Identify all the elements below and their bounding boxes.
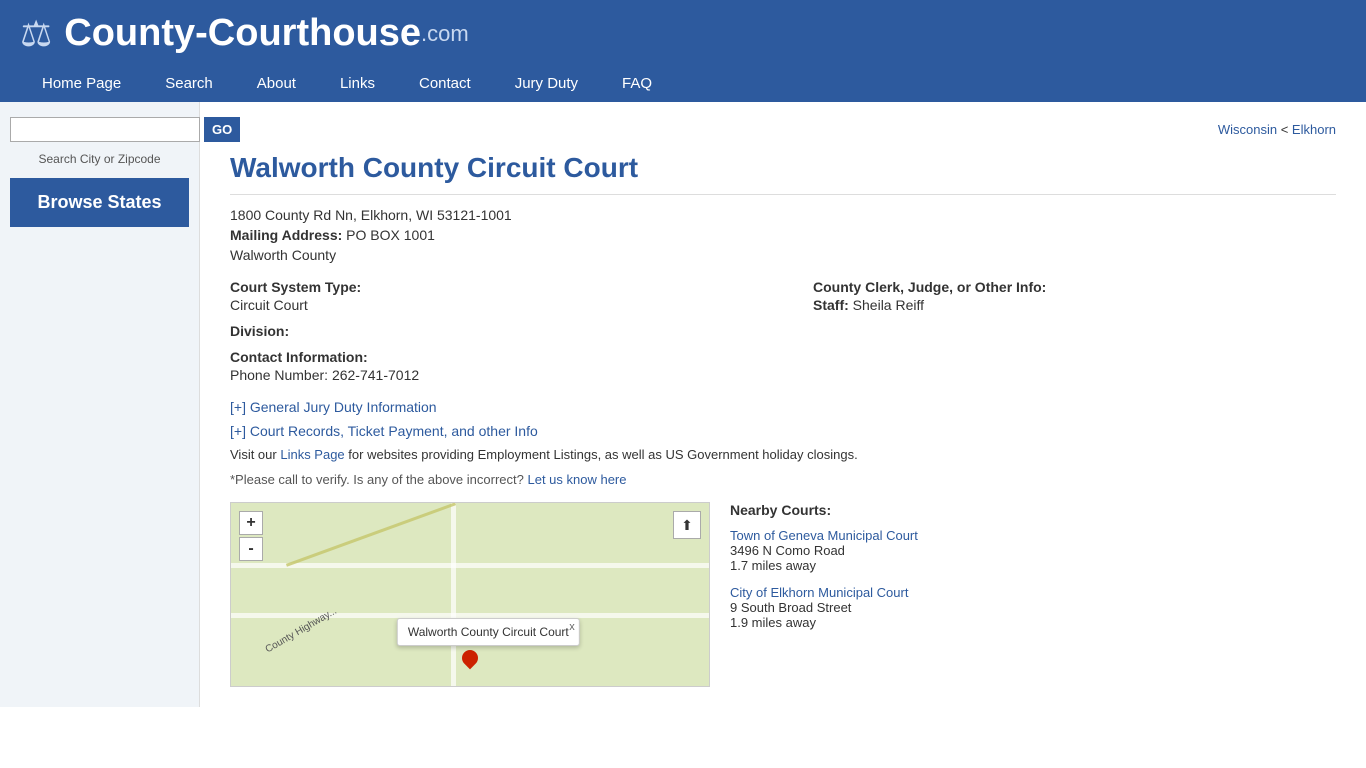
map-zoom-out[interactable]: - (239, 537, 263, 561)
nav-home[interactable]: Home Page (20, 65, 143, 102)
nearby-court-1-address: 3496 N Como Road (730, 543, 1336, 558)
nearby-court-1: Town of Geneva Municipal Court 3496 N Co… (730, 528, 1336, 573)
phone-label: Phone Number: (230, 367, 332, 383)
fullscreen-icon: ⬆ (681, 517, 693, 534)
map-road-1 (231, 563, 709, 568)
scales-icon: ⚖ (20, 13, 52, 55)
links-text-after: for websites providing Employment Listin… (348, 447, 857, 462)
court-system-label: Court System Type: (230, 279, 753, 295)
bottom-section: County Highway... + - ⬆ x Walworth Count… (230, 502, 1336, 687)
county-clerk-label: County Clerk, Judge, or Other Info: (813, 279, 1336, 295)
sidebar: GO Search City or Zipcode Browse States (0, 102, 200, 707)
site-domain: .com (421, 21, 469, 47)
mailing-label: Mailing Address: (230, 227, 342, 243)
left-info-col: Court System Type: Circuit Court Divisio… (230, 279, 753, 383)
nearby-title: Nearby Courts: (730, 502, 1336, 518)
nav-contact[interactable]: Contact (397, 65, 493, 102)
court-title: Walworth County Circuit Court (230, 152, 1336, 195)
browse-states-button[interactable]: Browse States (10, 178, 189, 227)
map-zoom-in[interactable]: + (239, 511, 263, 535)
nearby-court-2-distance: 1.9 miles away (730, 615, 1336, 630)
verify-static: *Please call to verify. Is any of the ab… (230, 472, 524, 487)
mailing-address-line: Mailing Address: PO BOX 1001 (230, 227, 1336, 243)
logo-area: ⚖ County-Courthouse .com (20, 12, 1346, 65)
nav-faq[interactable]: FAQ (600, 65, 674, 102)
staff-label: Staff: (813, 297, 853, 313)
nearby-court-2-address: 9 South Broad Street (730, 600, 1336, 615)
search-input[interactable] (10, 117, 200, 142)
county-name: Walworth County (230, 247, 1336, 263)
content-area: Wisconsin < Elkhorn Walworth County Circ… (200, 102, 1366, 707)
header: ⚖ County-Courthouse .com Home Page Searc… (0, 0, 1366, 102)
nav-about[interactable]: About (235, 65, 318, 102)
map-controls: + - (239, 511, 263, 561)
breadcrumb-state[interactable]: Wisconsin (1218, 122, 1277, 137)
let-us-know-link[interactable]: Let us know here (527, 472, 626, 487)
jury-duty-link[interactable]: [+] General Jury Duty Information (230, 399, 1336, 415)
right-info-col: County Clerk, Judge, or Other Info: Staf… (813, 279, 1336, 383)
nearby-court-1-link[interactable]: Town of Geneva Municipal Court (730, 528, 1336, 543)
staff-value: Sheila Reiff (853, 297, 924, 313)
nearby-court-1-distance: 1.7 miles away (730, 558, 1336, 573)
map-popup: x Walworth County Circuit Court (397, 618, 580, 646)
phone-value: 262-741-7012 (332, 367, 419, 383)
main-nav: Home Page Search About Links Contact Jur… (20, 65, 1346, 102)
links-text-before: Visit our (230, 447, 280, 462)
court-system-value: Circuit Court (230, 297, 753, 313)
search-label: Search City or Zipcode (10, 152, 189, 166)
info-grid: Court System Type: Circuit Court Divisio… (230, 279, 1336, 383)
map-popup-close[interactable]: x (569, 621, 575, 633)
verify-text: *Please call to verify. Is any of the ab… (230, 472, 1336, 487)
nearby-courts: Nearby Courts: Town of Geneva Municipal … (730, 502, 1336, 687)
breadcrumb-city[interactable]: Elkhorn (1292, 122, 1336, 137)
links-text: Visit our Links Page for websites provid… (230, 447, 1336, 462)
main-container: GO Search City or Zipcode Browse States … (0, 102, 1366, 707)
breadcrumb: Wisconsin < Elkhorn (230, 122, 1336, 137)
search-container: GO (10, 117, 189, 142)
nav-search[interactable]: Search (143, 65, 235, 102)
phone-line: Phone Number: 262-741-7012 (230, 367, 753, 383)
nav-jury[interactable]: Jury Duty (493, 65, 600, 102)
court-records-link[interactable]: [+] Court Records, Ticket Payment, and o… (230, 423, 1336, 439)
mailing-value: PO BOX 1001 (346, 227, 435, 243)
map-container: County Highway... + - ⬆ x Walworth Count… (230, 502, 710, 687)
links-page-link[interactable]: Links Page (280, 447, 344, 462)
nearby-court-2-link[interactable]: City of Elkhorn Municipal Court (730, 585, 1336, 600)
map-road-3 (451, 503, 456, 686)
map-popup-text: Walworth County Circuit Court (408, 625, 569, 639)
breadcrumb-separator: < (1277, 122, 1292, 137)
nav-links[interactable]: Links (318, 65, 397, 102)
division-label: Division: (230, 323, 753, 339)
court-address: 1800 County Rd Nn, Elkhorn, WI 53121-100… (230, 207, 1336, 223)
map-fullscreen-button[interactable]: ⬆ (673, 511, 701, 539)
nearby-court-2: City of Elkhorn Municipal Court 9 South … (730, 585, 1336, 630)
contact-label: Contact Information: (230, 349, 753, 365)
site-name: County-Courthouse (64, 12, 421, 55)
staff-line: Staff: Sheila Reiff (813, 297, 1336, 313)
